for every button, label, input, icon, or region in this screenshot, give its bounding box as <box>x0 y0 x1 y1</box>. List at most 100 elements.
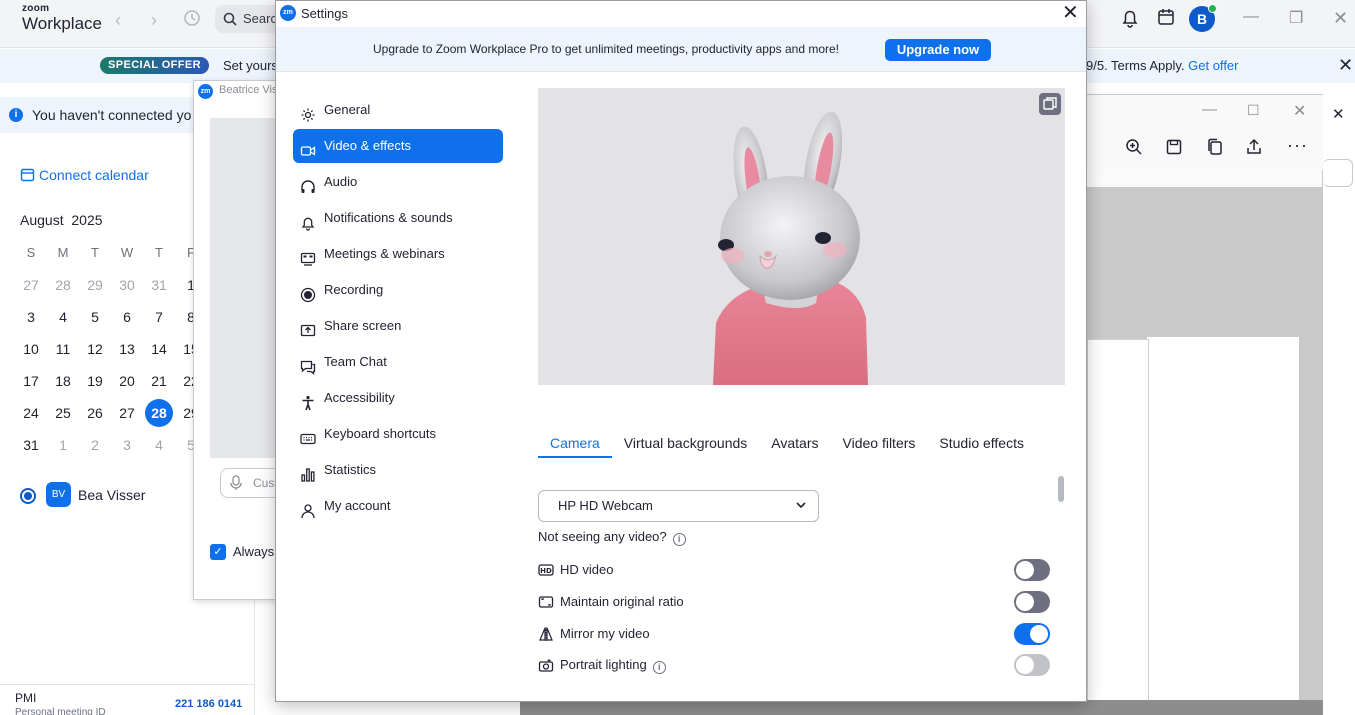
zoom-app-icon: zm <box>198 84 213 99</box>
calendar-day[interactable]: 21 <box>143 365 175 397</box>
calendar-weekday-row: SMTWTF <box>15 237 207 269</box>
calendar-day[interactable]: 5 <box>79 301 111 333</box>
calendar-day[interactable]: 18 <box>47 365 79 397</box>
calendar-day[interactable]: 4 <box>47 301 79 333</box>
zoom-app-icon: zm <box>280 5 296 21</box>
share-icon[interactable] <box>1245 138 1263 156</box>
scrollbar-thumb[interactable] <box>1058 476 1064 502</box>
calendar-day[interactable]: 1 <box>47 429 79 461</box>
upgrade-now-button[interactable]: Upgrade now <box>885 39 991 61</box>
info-icon[interactable]: i <box>652 661 666 674</box>
toggle-switch[interactable] <box>1014 591 1050 613</box>
calendar-day[interactable]: 14 <box>143 333 175 365</box>
camera-preview <box>538 88 1065 385</box>
calendar-day[interactable]: 17 <box>15 365 47 397</box>
nav-item-audio[interactable]: Audio <box>293 165 503 199</box>
avatar-bunny-preview <box>713 111 868 385</box>
toggle-switch[interactable] <box>1014 559 1050 581</box>
calendar-month: August <box>20 212 64 228</box>
calendar-day[interactable]: 7 <box>143 301 175 333</box>
option-maintain-original-ratio: Maintain original ratio <box>538 590 1050 614</box>
nav-item-keyboard-shortcuts[interactable]: Keyboard shortcuts <box>293 417 503 451</box>
tab-camera[interactable]: Camera <box>538 426 612 458</box>
calendar-day[interactable]: 27 <box>15 269 47 301</box>
nav-item-label: Keyboard shortcuts <box>324 426 437 441</box>
viewer-minimize-icon[interactable]: — <box>1202 101 1217 118</box>
nav-item-recording[interactable]: Recording <box>293 273 503 307</box>
nav-item-general[interactable]: General <box>293 93 503 127</box>
contact-radio[interactable] <box>20 488 36 504</box>
meetings-icon <box>300 246 316 266</box>
nav-item-my-account[interactable]: My account <box>293 489 503 523</box>
swap-camera-icon[interactable] <box>1039 93 1061 115</box>
calendar-day[interactable]: 10 <box>15 333 47 365</box>
nav-item-meetings-webinars[interactable]: Meetings & webinars <box>293 237 503 271</box>
nav-item-notifications-sounds[interactable]: Notifications & sounds <box>293 201 503 235</box>
viewer-maximize-icon[interactable]: ☐ <box>1247 102 1260 119</box>
forward-arrow-icon[interactable]: › <box>151 10 157 31</box>
toggle-switch[interactable] <box>1014 654 1050 676</box>
history-icon[interactable] <box>183 9 201 32</box>
viewer-canvas <box>1087 187 1324 715</box>
back-arrow-icon[interactable]: ‹ <box>115 10 121 31</box>
calendar-link-icon <box>20 168 35 182</box>
nav-item-statistics[interactable]: Statistics <box>293 453 503 487</box>
copy-icon[interactable] <box>1206 138 1223 156</box>
viewer-close-icon[interactable]: ✕ <box>1293 101 1306 121</box>
always-checkbox[interactable]: ✓ <box>210 544 226 560</box>
calendar-day-today[interactable]: 28 <box>143 397 175 429</box>
nav-item-share-screen[interactable]: Share screen <box>293 309 503 343</box>
camera-select[interactable]: HP HD Webcam <box>538 490 819 522</box>
zoom-in-icon[interactable] <box>1125 138 1143 156</box>
calendar-day[interactable]: 24 <box>15 397 47 429</box>
bell-icon[interactable] <box>1121 8 1139 31</box>
microphone-icon <box>230 475 242 490</box>
offer-terms: 9/5. Terms Apply. Get offer <box>1086 58 1238 73</box>
more-options-icon[interactable]: ··· <box>1287 135 1308 156</box>
pmi-number[interactable]: 221 186 0141 <box>175 698 242 710</box>
info-icon[interactable]: i <box>672 533 686 546</box>
nav-item-accessibility[interactable]: Accessibility <box>293 381 503 415</box>
calendar-icon[interactable] <box>1157 8 1175 29</box>
right-panel-close-icon[interactable]: ✕ <box>1332 105 1345 123</box>
calendar-day[interactable]: 30 <box>111 269 143 301</box>
settings-titlebar: zm Settings ✕ <box>276 1 1086 27</box>
minimize-icon[interactable]: — <box>1243 8 1259 26</box>
calendar-day[interactable]: 4 <box>143 429 175 461</box>
tab-studio-effects[interactable]: Studio effects <box>927 426 1036 458</box>
tab-video-filters[interactable]: Video filters <box>831 426 928 458</box>
nav-item-team-chat[interactable]: Team Chat <box>293 345 503 379</box>
user-avatar[interactable]: B <box>1189 4 1217 32</box>
tab-avatars[interactable]: Avatars <box>759 426 830 458</box>
right-panel-select[interactable] <box>1323 159 1353 187</box>
calendar-day[interactable]: 3 <box>111 429 143 461</box>
calendar-day[interactable]: 12 <box>79 333 111 365</box>
calendar-day[interactable]: 13 <box>111 333 143 365</box>
settings-scrollbar[interactable] <box>1058 476 1064 686</box>
calendar-day[interactable]: 25 <box>47 397 79 429</box>
toggle-switch[interactable] <box>1014 623 1050 645</box>
maximize-icon[interactable]: ❐ <box>1289 8 1303 28</box>
save-icon[interactable] <box>1166 139 1182 155</box>
calendar-day[interactable]: 20 <box>111 365 143 397</box>
calendar-day[interactable]: 2 <box>79 429 111 461</box>
option-portrait-lighting: Portrait lighting i <box>538 653 1050 677</box>
calendar-day[interactable]: 26 <box>79 397 111 429</box>
calendar-day[interactable]: 31 <box>15 429 47 461</box>
calendar-day[interactable]: 19 <box>79 365 111 397</box>
get-offer-link[interactable]: Get offer <box>1188 58 1238 73</box>
offer-close-icon[interactable]: ✕ <box>1338 55 1353 76</box>
calendar-day[interactable]: 11 <box>47 333 79 365</box>
option-label: Maintain original ratio <box>560 594 684 609</box>
calendar-day[interactable]: 6 <box>111 301 143 333</box>
calendar-day[interactable]: 27 <box>111 397 143 429</box>
connect-calendar-link[interactable]: Connect calendar <box>20 167 149 183</box>
close-icon[interactable]: ✕ <box>1333 8 1348 29</box>
calendar-day[interactable]: 29 <box>79 269 111 301</box>
nav-item-video-effects[interactable]: Video & effects <box>293 129 503 163</box>
tab-virtual-backgrounds[interactable]: Virtual backgrounds <box>612 426 759 458</box>
calendar-day[interactable]: 31 <box>143 269 175 301</box>
settings-close-icon[interactable]: ✕ <box>1062 3 1079 23</box>
calendar-day[interactable]: 3 <box>15 301 47 333</box>
calendar-day[interactable]: 28 <box>47 269 79 301</box>
